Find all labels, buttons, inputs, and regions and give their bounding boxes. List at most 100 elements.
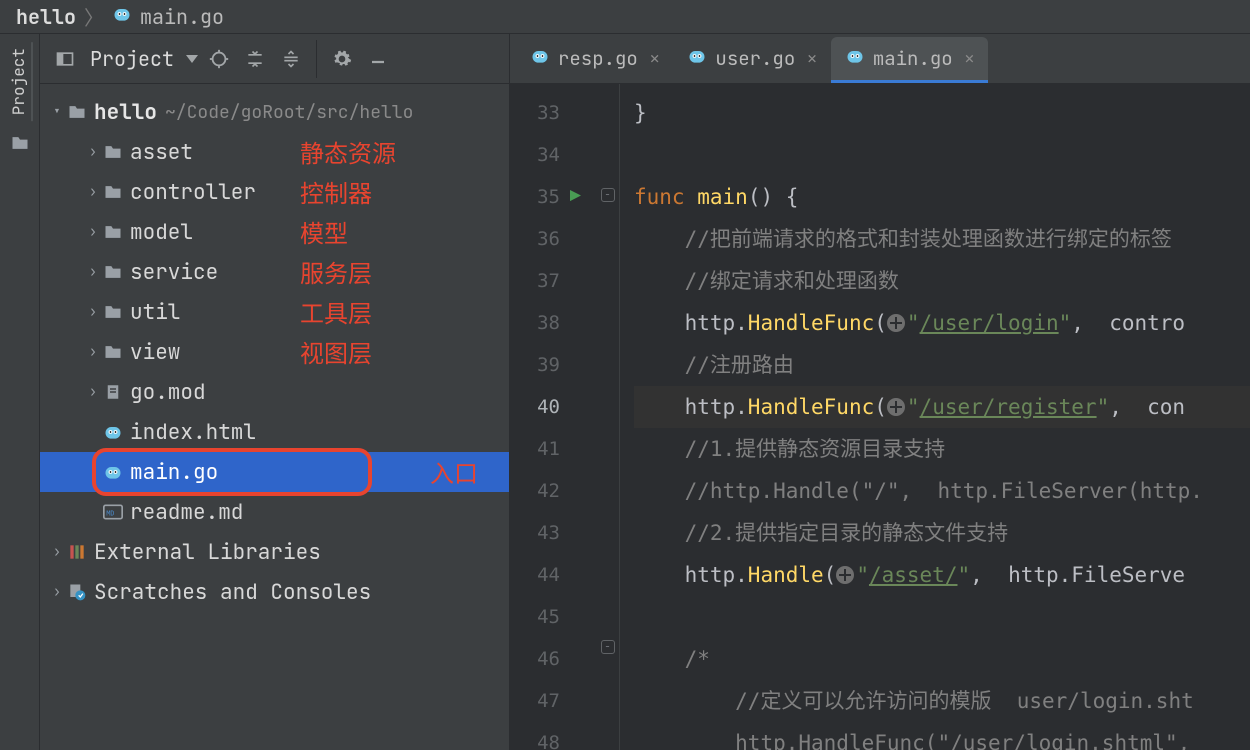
svg-text:MD: MD — [106, 509, 114, 517]
tree-root-hello[interactable]: ▾ hello ~/Code/goRoot/src/hello — [40, 92, 509, 132]
code-line[interactable]: //绑定请求和处理函数 — [634, 260, 1250, 302]
tree-file-main[interactable]: main.go 入口 — [40, 452, 509, 492]
code-line[interactable]: http.HandleFunc("/user/login", contro — [634, 302, 1250, 344]
project-files-icon[interactable] — [8, 131, 32, 155]
tab-label: resp.go — [558, 46, 638, 71]
chevron-right-icon[interactable]: › — [84, 343, 102, 361]
project-view-icon[interactable] — [50, 44, 80, 74]
chevron-right-icon[interactable]: › — [84, 303, 102, 321]
project-view-dropdown-icon[interactable] — [186, 55, 198, 63]
project-panel-title: Project — [90, 46, 174, 72]
code-line[interactable]: func main() { — [634, 176, 1250, 218]
tree-item-label: Scratches and Consoles — [94, 579, 371, 606]
code-line[interactable]: http.HandleFunc("/user/login.shtml", — [634, 722, 1250, 750]
annotation: 控制器 — [300, 174, 372, 210]
tree-folder-label: asset — [130, 139, 193, 166]
hide-panel-icon[interactable] — [363, 44, 393, 74]
go-icon — [687, 46, 707, 72]
collapse-all-icon[interactable] — [276, 44, 306, 74]
code-line[interactable] — [634, 596, 1250, 638]
close-icon[interactable]: ✕ — [650, 48, 660, 69]
editor-tab-main-go[interactable]: main.go✕ — [831, 37, 988, 83]
tree-folder-label: view — [130, 339, 180, 366]
tree-folder-controller[interactable]: › controller 控制器 — [40, 172, 509, 212]
tree-folder-label: service — [130, 259, 218, 286]
expand-all-icon[interactable] — [240, 44, 270, 74]
code-area[interactable]: 33343536373839404142434445464748 ▶ −− } … — [510, 84, 1250, 750]
breadcrumb-file[interactable]: main.go — [140, 4, 224, 30]
tree-folder-asset[interactable]: ›asset静态资源 — [40, 132, 509, 172]
code-line[interactable] — [634, 134, 1250, 176]
chevron-right-icon[interactable]: › — [48, 543, 66, 561]
folder-icon — [102, 222, 124, 242]
libraries-icon — [66, 542, 88, 562]
code-line[interactable]: //1.提供静态资源目录支持 — [634, 428, 1250, 470]
fold-icon[interactable]: − — [601, 188, 615, 202]
tab-label: user.go — [715, 46, 795, 71]
folder-icon — [102, 182, 124, 202]
tree-root-label: hello — [94, 99, 157, 126]
breadcrumb-separator: 〉 — [84, 2, 104, 31]
tree-folder-util[interactable]: ›util工具层 — [40, 292, 509, 332]
annotation: 视图层 — [300, 334, 372, 370]
code-line[interactable]: //2.提供指定目录的静态文件支持 — [634, 512, 1250, 554]
chevron-right-icon[interactable]: › — [84, 383, 102, 401]
gutter-line-numbers: 33343536373839404142434445464748 — [510, 84, 570, 750]
folder-icon — [102, 142, 124, 162]
run-gutter-icon[interactable]: ▶ — [570, 176, 596, 218]
tree-folder-label: controller — [130, 179, 256, 206]
go-icon — [102, 462, 124, 482]
tree-folder-view[interactable]: › view 视图层 — [40, 332, 509, 372]
chevron-right-icon[interactable]: › — [48, 583, 66, 601]
code-line[interactable]: http.Handle("/asset/", http.FileServe — [634, 554, 1250, 596]
close-icon[interactable]: ✕ — [965, 48, 975, 69]
tree-folder-model[interactable]: › model 模型 — [40, 212, 509, 252]
tree-folder-label: model — [130, 219, 193, 246]
annotation-entry: 入口 — [430, 454, 478, 490]
code-line[interactable]: /* — [634, 638, 1250, 680]
code-line[interactable]: } — [634, 92, 1250, 134]
folder-icon — [102, 342, 124, 362]
go-icon — [102, 422, 124, 442]
editor-tab-resp-go[interactable]: resp.go ✕ — [516, 37, 673, 83]
tree-item-label: External Libraries — [94, 539, 321, 566]
annotation: 模型 — [300, 214, 348, 250]
editor-tab-user-go[interactable]: user.go ✕ — [673, 37, 830, 83]
go-icon — [530, 46, 550, 72]
toolbar-divider — [316, 40, 317, 78]
tree-file-gomod[interactable]: › go.mod — [40, 372, 509, 412]
gutter-fold: −− — [596, 84, 620, 750]
locate-icon[interactable] — [204, 44, 234, 74]
annotation: 工具层 — [300, 294, 372, 330]
project-tool-tab[interactable]: Project — [6, 42, 33, 121]
tree-scratches[interactable]: › Scratches and Consoles — [40, 572, 509, 612]
chevron-right-icon[interactable]: › — [84, 223, 102, 241]
code-lines[interactable]: } func main() { //把前端请求的格式和封装处理函数进行绑定的标签… — [620, 84, 1250, 750]
chevron-right-icon[interactable]: › — [84, 143, 102, 161]
tree-file-label: index.html — [130, 419, 256, 446]
project-panel-header: Project — [40, 34, 509, 84]
chevron-right-icon[interactable]: › — [84, 183, 102, 201]
code-line[interactable]: //http.Handle("/", http.FileServer(http. — [634, 470, 1250, 512]
breadcrumb-root[interactable]: hello — [16, 4, 76, 30]
tool-window-strip: Project — [0, 34, 40, 750]
tree-file-index[interactable]: index.html — [40, 412, 509, 452]
tree-file-label: main.go — [130, 459, 218, 486]
code-line[interactable]: //注册路由 — [634, 344, 1250, 386]
chevron-right-icon[interactable]: › — [84, 263, 102, 281]
markdown-icon: MD — [102, 504, 124, 520]
editor-area: resp.go✕user.go✕main.go✕ 333435363738394… — [510, 34, 1250, 750]
tree-file-readme[interactable]: MD readme.md — [40, 492, 509, 532]
code-line[interactable]: //把前端请求的格式和封装处理函数进行绑定的标签 — [634, 218, 1250, 260]
code-line[interactable]: //定义可以允许访问的模版 user/login.sht — [634, 680, 1250, 722]
scratches-icon — [66, 582, 88, 602]
chevron-down-icon[interactable]: ▾ — [48, 103, 66, 121]
gear-icon[interactable] — [327, 44, 357, 74]
project-tree[interactable]: ▾ hello ~/Code/goRoot/src/hello ›asset静态… — [40, 84, 509, 750]
editor-tabs: resp.go✕user.go✕main.go✕ — [510, 34, 1250, 84]
fold-icon[interactable]: − — [601, 640, 615, 654]
tree-external-libs[interactable]: › External Libraries — [40, 532, 509, 572]
tree-folder-service[interactable]: ›service服务层 — [40, 252, 509, 292]
close-icon[interactable]: ✕ — [807, 48, 817, 69]
code-line[interactable]: http.HandleFunc("/user/register", con — [634, 386, 1250, 428]
